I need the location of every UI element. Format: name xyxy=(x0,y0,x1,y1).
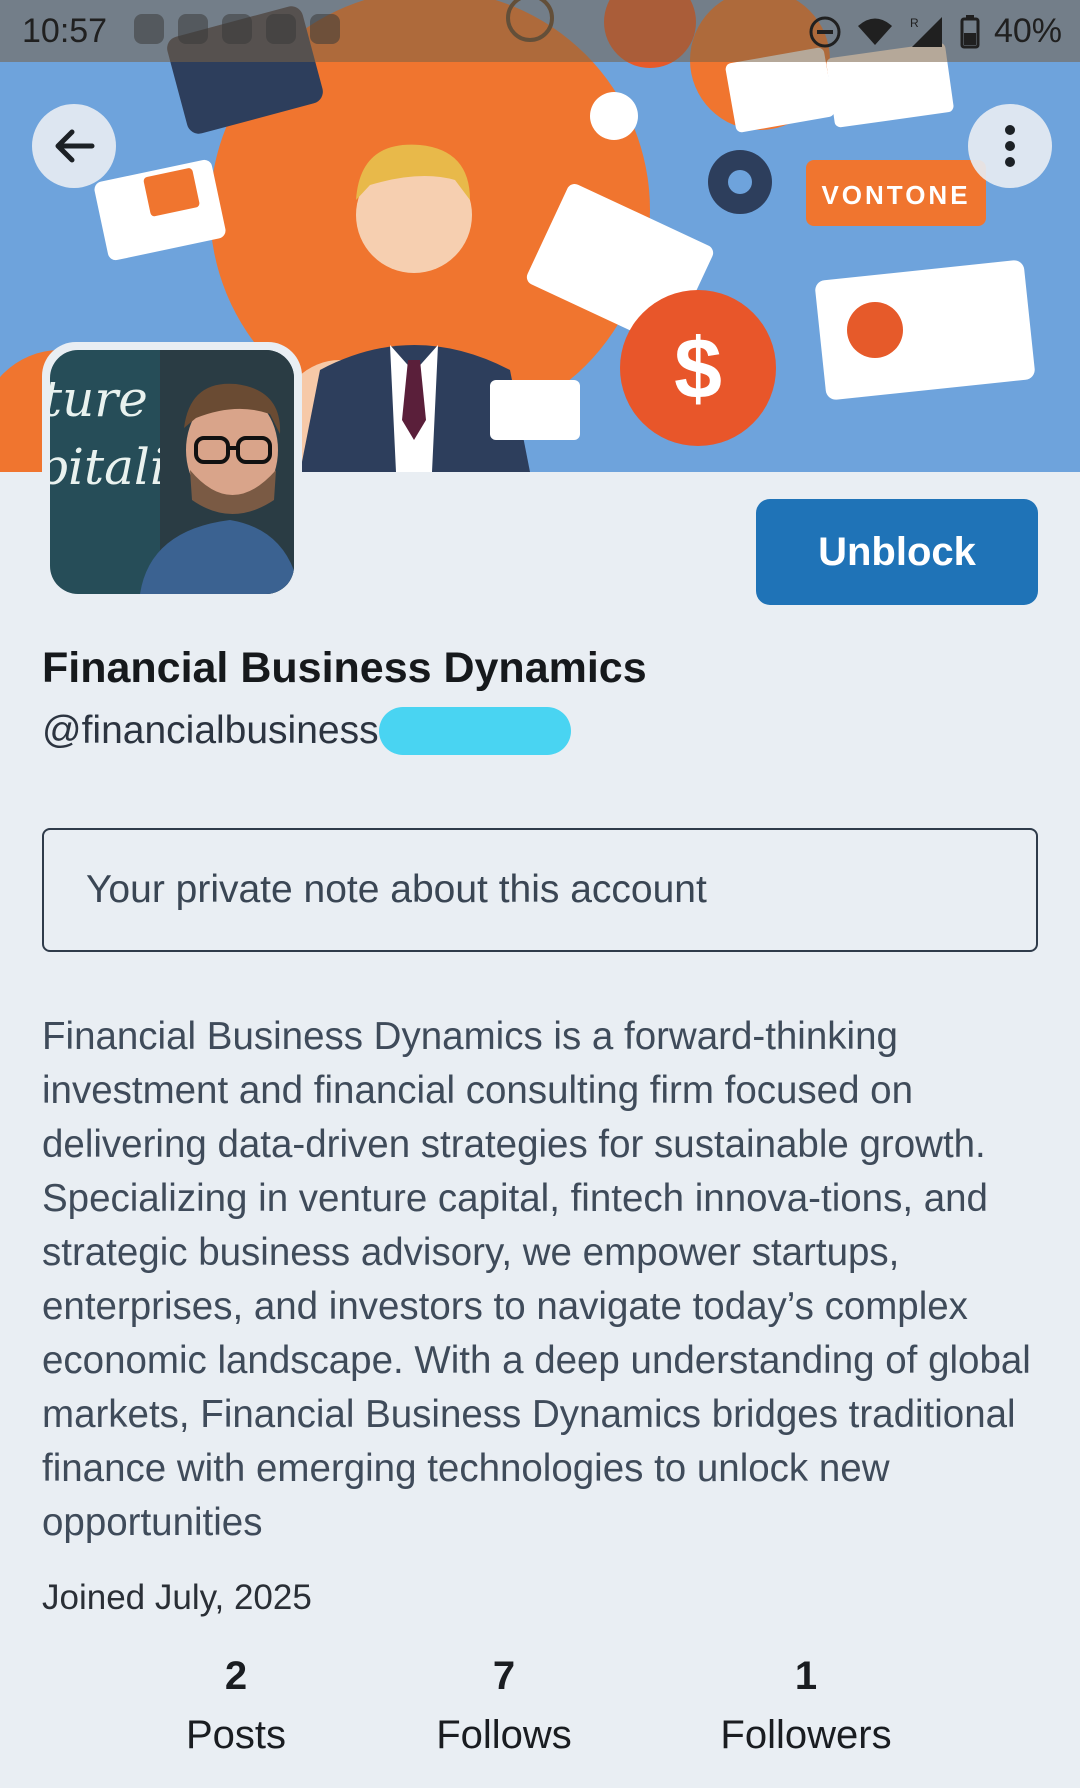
battery-icon xyxy=(960,14,980,48)
handle-row: @financialbusiness xyxy=(42,706,571,756)
do-not-disturb-icon xyxy=(809,16,841,47)
followers-count: 1 xyxy=(794,1654,818,1698)
wifi-icon xyxy=(857,18,892,45)
display-name: Financial Business Dynamics xyxy=(42,644,647,692)
followers-label: Followers xyxy=(720,1713,892,1757)
system-icons: R 40% xyxy=(808,12,1062,51)
stat-followers[interactable]: 1 Followers xyxy=(700,1646,912,1764)
more-vertical-icon xyxy=(1005,125,1015,167)
avatar[interactable]: ture pitalist xyxy=(42,342,302,602)
stat-follows[interactable]: 7 Follows xyxy=(420,1646,588,1764)
app-icon xyxy=(266,14,296,44)
arrow-left-icon xyxy=(55,129,95,163)
posts-label: Posts xyxy=(185,1713,287,1757)
private-note-placeholder: Your private note about this account xyxy=(86,868,707,911)
unblock-button[interactable]: Unblock xyxy=(756,499,1038,605)
flower-icon xyxy=(310,14,340,44)
cell-signal-icon: R xyxy=(910,16,942,47)
follows-label: Follows xyxy=(436,1713,572,1757)
svg-text:$: $ xyxy=(674,321,722,417)
avatar-photo: ture pitalist xyxy=(50,350,294,594)
chat-bubble-icon xyxy=(134,14,164,44)
butterfly-icon xyxy=(222,14,252,44)
private-note-field[interactable]: Your private note about this account xyxy=(42,828,1038,952)
svg-text:ture: ture xyxy=(50,370,148,428)
joined-date: Joined July, 2025 xyxy=(42,1578,312,1617)
more-options-button[interactable] xyxy=(968,104,1052,188)
status-time: 10:57 xyxy=(22,12,108,50)
follows-count: 7 xyxy=(492,1654,516,1698)
svg-text:R: R xyxy=(910,16,919,30)
posts-count: 2 xyxy=(224,1654,248,1698)
discord-icon xyxy=(178,14,208,44)
svg-text:VONTONE: VONTONE xyxy=(821,180,970,210)
redaction-mark xyxy=(378,707,571,755)
battery-percent: 40% xyxy=(993,12,1062,50)
back-button[interactable] xyxy=(32,104,116,188)
stat-posts[interactable]: 2 Posts xyxy=(156,1646,316,1764)
handle: @financialbusiness xyxy=(42,709,379,752)
notification-icons xyxy=(134,14,340,44)
profile-bio: Financial Business Dynamics is a forward… xyxy=(42,1015,1031,1544)
status-bar: 10:57 R 40% xyxy=(0,0,1080,62)
